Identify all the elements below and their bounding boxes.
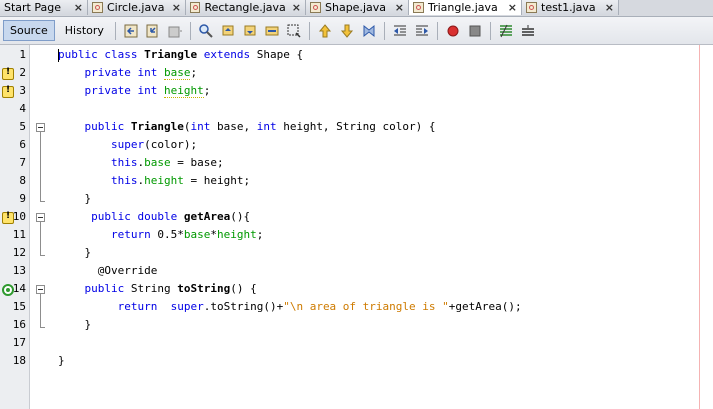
line-number: 16 bbox=[12, 318, 26, 331]
code-line-2: private int base; bbox=[58, 66, 198, 80]
comment-icon[interactable] bbox=[498, 23, 514, 39]
tab-label: Start Page bbox=[4, 1, 61, 14]
code-line-6: super(color); bbox=[58, 138, 198, 151]
overrides-method-icon[interactable] bbox=[2, 284, 14, 296]
back-icon[interactable] bbox=[145, 23, 161, 39]
close-icon[interactable]: × bbox=[286, 1, 301, 14]
fold-end-marker bbox=[40, 327, 45, 328]
code-line-8: this.height = height; bbox=[58, 174, 251, 187]
line-number: 7 bbox=[19, 156, 26, 169]
text-caret bbox=[58, 49, 59, 62]
code-line-18: } bbox=[58, 354, 65, 367]
warning-hint-icon[interactable] bbox=[2, 85, 14, 98]
java-file-icon bbox=[310, 2, 321, 13]
code-line-15: return super.toString()+"\n area of tria… bbox=[58, 300, 522, 313]
java-file-icon bbox=[190, 2, 201, 13]
line-number: 12 bbox=[12, 246, 26, 259]
previous-bookmark-icon[interactable] bbox=[317, 23, 333, 39]
tab-rectangle-java[interactable]: Rectangle.java × bbox=[186, 0, 306, 15]
warning-hint-icon[interactable] bbox=[2, 67, 14, 80]
line-number: 1 bbox=[19, 48, 26, 61]
find-next-icon[interactable] bbox=[242, 23, 258, 39]
close-icon[interactable]: × bbox=[502, 1, 517, 14]
tab-circle-java[interactable]: Circle.java × bbox=[88, 0, 186, 15]
fold-end-marker bbox=[40, 255, 45, 256]
close-icon[interactable]: × bbox=[166, 1, 181, 14]
tab-label: Triangle.java bbox=[428, 1, 498, 14]
tab-triangle-java[interactable]: Triangle.java × bbox=[409, 0, 522, 15]
toolbar-separator bbox=[436, 21, 438, 40]
fold-line bbox=[40, 222, 41, 255]
line-number: 11 bbox=[12, 228, 26, 241]
code-line-12: } bbox=[58, 246, 92, 259]
toolbar-separator bbox=[308, 21, 310, 40]
code-line-10: public double getArea(){ bbox=[58, 210, 251, 223]
java-file-icon bbox=[92, 2, 103, 13]
line-number: 17 bbox=[12, 336, 26, 349]
shift-right-icon[interactable] bbox=[414, 23, 430, 39]
close-icon[interactable]: × bbox=[389, 1, 404, 14]
code-line-14: public String toString() { bbox=[58, 282, 257, 295]
line-number: 9 bbox=[19, 192, 26, 205]
history-button[interactable]: History bbox=[58, 20, 111, 41]
uncomment-icon[interactable] bbox=[520, 23, 536, 39]
toggle-highlight-icon[interactable] bbox=[264, 23, 280, 39]
fold-toggle-icon[interactable] bbox=[36, 213, 45, 222]
tab-test1-java[interactable]: test1.java × bbox=[522, 0, 619, 15]
tab-label: Rectangle.java bbox=[204, 1, 286, 14]
close-icon[interactable]: × bbox=[599, 1, 614, 14]
code-line-13: @Override bbox=[58, 264, 158, 277]
start-macro-icon[interactable] bbox=[445, 23, 461, 39]
tab-start-page[interactable]: Start Page × bbox=[0, 0, 88, 15]
line-number: 6 bbox=[19, 138, 26, 151]
find-selection-icon[interactable] bbox=[286, 23, 302, 39]
code-line-3: private int height; bbox=[58, 84, 211, 98]
close-icon[interactable]: × bbox=[68, 1, 83, 14]
forward-icon[interactable] bbox=[167, 23, 183, 39]
stop-macro-icon[interactable] bbox=[467, 23, 483, 39]
tab-shape-java[interactable]: Shape.java × bbox=[306, 0, 409, 15]
code-line-7: this.base = base; bbox=[58, 156, 224, 169]
line-number: 4 bbox=[19, 102, 26, 115]
code-line-1: public class Triangle extends Shape { bbox=[58, 48, 304, 61]
code-editor[interactable]: public class Triangle extends Shape { pr… bbox=[52, 45, 713, 409]
line-number: 5 bbox=[19, 120, 26, 133]
line-number-gutter[interactable]: 1 2 3 4 5 6 7 8 9 10 11 12 13 14 15 16 1… bbox=[0, 45, 30, 409]
line-number: 8 bbox=[19, 174, 26, 187]
fold-end-marker bbox=[40, 201, 45, 202]
source-button[interactable]: Source bbox=[3, 20, 55, 41]
editor-toolbar: Source History bbox=[0, 17, 713, 45]
toolbar-separator bbox=[383, 21, 385, 40]
code-line-11: return 0.5*base*height; bbox=[58, 228, 264, 241]
java-file-icon bbox=[413, 2, 424, 13]
find-icon[interactable] bbox=[198, 23, 214, 39]
fold-toggle-icon[interactable] bbox=[36, 123, 45, 132]
java-file-icon bbox=[526, 2, 537, 13]
toggle-bookmark-icon[interactable] bbox=[361, 23, 377, 39]
warning-hint-icon[interactable] bbox=[2, 211, 14, 224]
toolbar-separator bbox=[114, 21, 116, 40]
code-line-5: public Triangle(int base, int height, St… bbox=[58, 120, 436, 133]
tab-label: Shape.java bbox=[325, 1, 386, 14]
find-previous-icon[interactable] bbox=[220, 23, 236, 39]
fold-line bbox=[40, 132, 41, 201]
fold-line bbox=[40, 294, 41, 327]
shift-left-icon[interactable] bbox=[392, 23, 408, 39]
line-number: 15 bbox=[12, 300, 26, 313]
toolbar-separator bbox=[489, 21, 491, 40]
fold-toggle-icon[interactable] bbox=[36, 285, 45, 294]
code-line-16: } bbox=[58, 318, 92, 331]
line-number: 18 bbox=[12, 354, 26, 367]
next-bookmark-icon[interactable] bbox=[339, 23, 355, 39]
code-line-9: } bbox=[58, 192, 92, 205]
tab-label: test1.java bbox=[541, 1, 596, 14]
line-number: 13 bbox=[12, 264, 26, 277]
tab-label: Circle.java bbox=[107, 1, 165, 14]
code-folding-margin bbox=[30, 45, 52, 409]
toolbar-separator bbox=[189, 21, 191, 40]
last-edit-icon[interactable] bbox=[123, 23, 139, 39]
editor-tab-strip: Start Page × Circle.java × Rectangle.jav… bbox=[0, 0, 713, 17]
